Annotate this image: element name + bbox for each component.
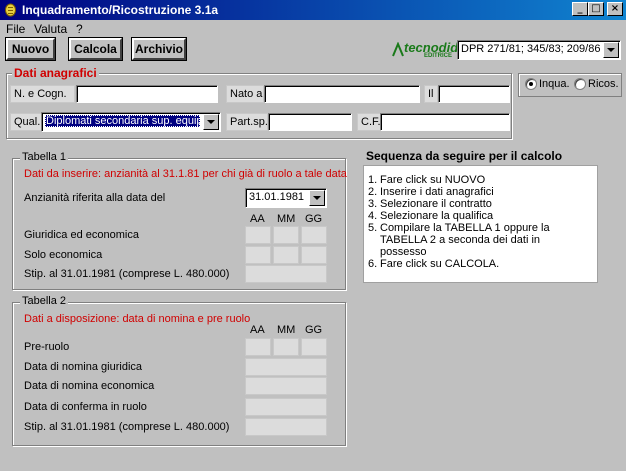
t2-row-stip-label: Stip. al 31.01.1981 (comprese L. 480.000… bbox=[24, 421, 230, 433]
menu-file[interactable]: File bbox=[6, 22, 25, 36]
sequence-step: 3. Selezionare il contratto bbox=[368, 198, 492, 210]
sequence-panel: 1. Fare click su NUOVO 2. Inserire i dati … bbox=[363, 165, 598, 283]
t2-stip-input[interactable] bbox=[245, 418, 327, 436]
t1-giuridica-gg[interactable] bbox=[301, 226, 327, 244]
tecnodid-logo: tecnodid EDITRICE bbox=[392, 40, 458, 62]
name-label-box: N. e Cogn. bbox=[10, 85, 75, 103]
cf-label-box: C.F. bbox=[357, 113, 381, 131]
ref-date-dropdown-button[interactable] bbox=[309, 190, 325, 206]
qual-dropdown-button[interactable] bbox=[203, 114, 219, 130]
archivio-button[interactable]: Archivio bbox=[131, 37, 187, 61]
t2-col-mm: MM bbox=[277, 324, 296, 336]
t1-giuridica-aa[interactable] bbox=[245, 226, 271, 244]
qual-label: Qual. bbox=[14, 116, 41, 128]
t2-economica-input[interactable] bbox=[245, 377, 327, 395]
t1-col-gg: GG bbox=[305, 213, 323, 225]
t1-economica-mm[interactable] bbox=[273, 246, 299, 264]
t1-stip-input[interactable] bbox=[245, 265, 327, 283]
tabella1-title: Tabella 1 bbox=[20, 151, 69, 163]
sequence-step: 4. Selezionare la qualifica bbox=[368, 210, 494, 222]
born-input[interactable] bbox=[264, 85, 420, 103]
partsp-input[interactable] bbox=[268, 113, 352, 131]
qual-label-box: Qual. bbox=[10, 113, 42, 131]
t1-economica-aa[interactable] bbox=[245, 246, 271, 264]
calcola-button[interactable]: Calcola bbox=[68, 37, 123, 61]
t1-economica-gg[interactable] bbox=[301, 246, 327, 264]
il-label-box: Il bbox=[424, 85, 438, 103]
born-label-box: Nato a bbox=[226, 85, 264, 103]
radio-inqua-label[interactable]: Inqua. bbox=[539, 78, 570, 90]
name-input[interactable] bbox=[76, 85, 218, 103]
t2-row-preruolo-label: Pre-ruolo bbox=[24, 341, 70, 353]
t2-col-aa: AA bbox=[250, 324, 265, 336]
tabella2-note: Dati a disposizione: data di nomina e pr… bbox=[24, 313, 251, 325]
dpr-select[interactable]: DPR 271/81; 345/83; 209/86 bbox=[457, 40, 621, 60]
sequence-title: Sequenza da seguire per il calcolo bbox=[366, 149, 563, 163]
radio-inqua[interactable] bbox=[525, 78, 537, 90]
t2-preruolo-aa[interactable] bbox=[245, 338, 271, 356]
sequence-list: 1. Fare click su NUOVO 2. Inserire i dati … bbox=[364, 166, 597, 270]
tabella2-title: Tabella 2 bbox=[20, 295, 69, 307]
window-title: Inquadramento/Ricostruzione 3.1a bbox=[22, 3, 219, 17]
partsp-label: Part.sp. bbox=[230, 116, 268, 128]
sequence-step: 6. Fare click su CALCOLA. bbox=[368, 258, 500, 270]
radio-ricos-label[interactable]: Ricos. bbox=[588, 78, 619, 90]
menu-bar: File Valuta ? bbox=[0, 20, 626, 37]
t1-col-aa: AA bbox=[250, 213, 265, 225]
t1-col-mm: MM bbox=[277, 213, 296, 225]
logo-icon bbox=[392, 42, 404, 57]
logo-subtext: EDITRICE bbox=[424, 53, 453, 59]
ref-date-select[interactable]: 31.01.1981 bbox=[245, 188, 327, 208]
t2-row-giuridica-label: Data di nomina giuridica bbox=[24, 361, 143, 373]
t1-row-economica-label: Solo economica bbox=[24, 249, 103, 261]
radio-ricos[interactable] bbox=[574, 78, 586, 90]
tabella1-note: Dati da inserire: anzianità al 31.1.81 p… bbox=[24, 168, 347, 180]
name-label: N. e Cogn. bbox=[14, 88, 67, 100]
nuovo-button[interactable]: Nuovo bbox=[5, 37, 56, 61]
t1-giuridica-mm[interactable] bbox=[273, 226, 299, 244]
qual-select-value: Diplomati secondaria sup. equip. bbox=[45, 115, 200, 127]
close-button[interactable]: × bbox=[607, 2, 623, 16]
ref-date-value: 31.01.1981 bbox=[249, 191, 305, 203]
minimize-button[interactable]: _ bbox=[572, 2, 588, 16]
cf-label: C.F. bbox=[361, 116, 381, 128]
t2-row-conferma-label: Data di conferma in ruolo bbox=[24, 401, 147, 413]
ref-date-label: Anzianità riferita alla data del bbox=[24, 192, 166, 204]
dpr-select-value: DPR 271/81; 345/83; 209/86 bbox=[461, 43, 601, 55]
cf-input[interactable] bbox=[380, 113, 510, 131]
sequence-step: 2. Inserire i dati anagrafici bbox=[368, 186, 494, 198]
dpr-dropdown-button[interactable] bbox=[603, 42, 619, 58]
sequence-step: 1. Fare click su NUOVO bbox=[368, 174, 486, 186]
t2-conferma-input[interactable] bbox=[245, 398, 327, 416]
partsp-label-box: Part.sp. bbox=[226, 113, 268, 131]
t2-col-gg: GG bbox=[305, 324, 323, 336]
t2-preruolo-gg[interactable] bbox=[301, 338, 327, 356]
qual-select[interactable]: Diplomati secondaria sup. equip. bbox=[41, 112, 221, 132]
born-label: Nato a bbox=[230, 88, 263, 100]
app-icon bbox=[5, 3, 16, 17]
t2-giuridica-input[interactable] bbox=[245, 358, 327, 376]
sequence-step: 5. Compilare la TABELLA 1 oppure la TABEL… bbox=[368, 222, 550, 258]
title-bar[interactable]: Inquadramento/Ricostruzione 3.1a _ □ × bbox=[0, 0, 626, 20]
t1-row-giuridica-label: Giuridica ed economica bbox=[24, 229, 139, 241]
t1-row-stip-label: Stip. al 31.01.1981 (comprese L. 480.000… bbox=[24, 268, 230, 280]
t2-row-economica-label: Data di nomina economica bbox=[24, 380, 155, 392]
menu-help[interactable]: ? bbox=[76, 22, 83, 36]
maximize-button[interactable]: □ bbox=[588, 2, 604, 16]
il-input[interactable] bbox=[438, 85, 510, 103]
il-label: Il bbox=[428, 88, 434, 100]
menu-valuta[interactable]: Valuta bbox=[34, 22, 67, 36]
t2-preruolo-mm[interactable] bbox=[273, 338, 299, 356]
dati-anagrafici-title: Dati anagrafici bbox=[12, 66, 99, 80]
